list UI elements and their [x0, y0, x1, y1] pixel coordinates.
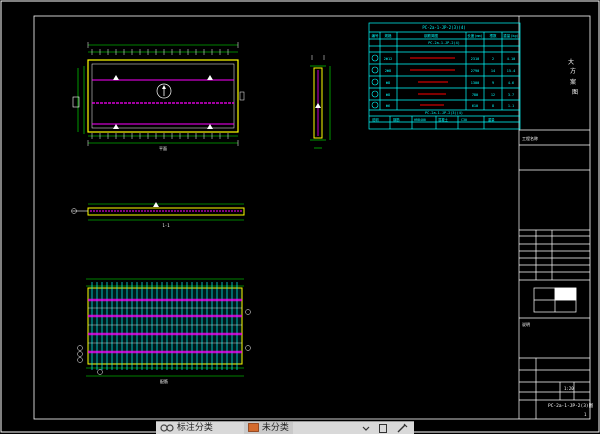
- table-note: PC-2a-1-JP-2(3)(4): [425, 111, 463, 115]
- drawing-border-outer: [0, 0, 600, 433]
- taskbar-item-folder-label: 未分类: [261, 423, 289, 433]
- row-5-qty: 8: [492, 104, 494, 108]
- key-plan-diagram: [533, 287, 577, 313]
- row-2-wt: 15.4: [507, 69, 515, 73]
- row-2-len: 2790: [471, 69, 479, 73]
- title-block-label: 工程名称: [522, 135, 538, 141]
- row-2-code: 2Φ8: [385, 69, 391, 73]
- taskbar: 标注分类 未分类: [156, 421, 414, 434]
- table-header-1: 编号: [372, 33, 380, 38]
- row-5-wt: 1.1: [508, 104, 514, 108]
- table-row-3: Φ8 1300 9 4.6: [371, 78, 514, 86]
- row-3-qty: 9: [492, 81, 494, 85]
- table-title: PC-2a-1-JP-2(3)(4): [422, 25, 465, 30]
- row-1-wt: 4.10: [507, 57, 515, 61]
- side-title-4: 图: [572, 89, 578, 96]
- clipboard-icon: [379, 423, 387, 433]
- table-header-3: 规格: [385, 33, 393, 38]
- plan-label: 平面: [159, 146, 167, 151]
- section-label: 1-1: [162, 223, 170, 228]
- row-5-len: 610: [472, 104, 478, 108]
- footer-2: 钢筋: [393, 117, 400, 122]
- taskbar-pen[interactable]: [396, 422, 408, 434]
- taskbar-clipboard[interactable]: [378, 422, 388, 434]
- taskbar-item-link[interactable]: 标注分类: [160, 422, 213, 434]
- table-header-5: 根数: [490, 33, 498, 38]
- footer-1: 说明: [372, 117, 379, 122]
- table-header-row: 编号 钢筋简图 规格 长度(mm) 根数 重量(kg): [372, 33, 519, 38]
- footer-6: 重量: [488, 117, 495, 122]
- row-4-code: Φ8: [386, 93, 390, 97]
- taskbar-item-folder[interactable]: 未分类: [244, 422, 293, 434]
- table-header-6: 重量(kg): [503, 33, 518, 38]
- side-title-1: 大: [568, 58, 574, 66]
- taskbar-item-link-label: 标注分类: [176, 423, 213, 433]
- footer-5: C30: [461, 118, 467, 122]
- table-subtitle: PC-2a-1-JP-2(4): [428, 41, 460, 45]
- link-icon: [160, 423, 174, 432]
- table-header-4: 长度(mm): [467, 33, 482, 38]
- table-row-4: Φ8 780 12 3.7: [371, 90, 514, 98]
- row-3-code: Φ8: [386, 81, 390, 85]
- project-name: PC-2a-1-JP-2(3)图: [548, 403, 594, 409]
- side-title-3: 案: [570, 78, 576, 86]
- table-footer-row: 说明 钢筋 HRB400 混凝土 C30 重量: [372, 117, 495, 122]
- cad-drawing-canvas[interactable]: 大 方 案 图 工程名称 说明 1:20 PC-2a-1-JP-2(3)图 1 …: [0, 0, 600, 433]
- pen-icon: [397, 423, 408, 432]
- row-4-qty: 12: [491, 93, 495, 97]
- row-1-len: 2310: [471, 57, 479, 61]
- row-3-wt: 4.6: [508, 81, 514, 85]
- footer-4: 混凝土: [438, 117, 449, 122]
- section-1-1: [71, 202, 245, 221]
- row-5-code: Φ6: [386, 104, 390, 108]
- sheet-number: 1: [584, 412, 587, 417]
- title-block: [518, 16, 590, 419]
- note-label: 说明: [522, 321, 530, 327]
- table-row-2: 2Φ8 2790 14 15.4: [371, 66, 515, 74]
- row-1-qty: 2: [492, 57, 494, 61]
- rebar-label: 配筋: [160, 378, 168, 384]
- rebar-layout-view: [77, 278, 251, 377]
- taskbar-dropdown[interactable]: [362, 422, 370, 434]
- plan-view: [72, 42, 245, 146]
- folder-icon: [248, 423, 259, 432]
- footer-3: HRB400: [414, 118, 426, 122]
- chevron-down-icon: [362, 426, 370, 431]
- row-1-code: 2Φ12: [384, 57, 392, 61]
- row-4-wt: 3.7: [508, 93, 514, 97]
- side-elevation: [310, 55, 331, 149]
- side-title-2: 方: [570, 67, 576, 75]
- table-row-5: Φ6 610 8 1.1: [371, 101, 514, 109]
- table-header-2: 钢筋简图: [424, 33, 438, 38]
- scale-label: 1:20: [564, 386, 574, 391]
- table-row-1: 2Φ12 2310 2 4.10: [371, 54, 515, 62]
- row-4-len: 780: [472, 93, 478, 97]
- row-3-len: 1300: [471, 81, 479, 85]
- row-2-qty: 14: [491, 69, 495, 73]
